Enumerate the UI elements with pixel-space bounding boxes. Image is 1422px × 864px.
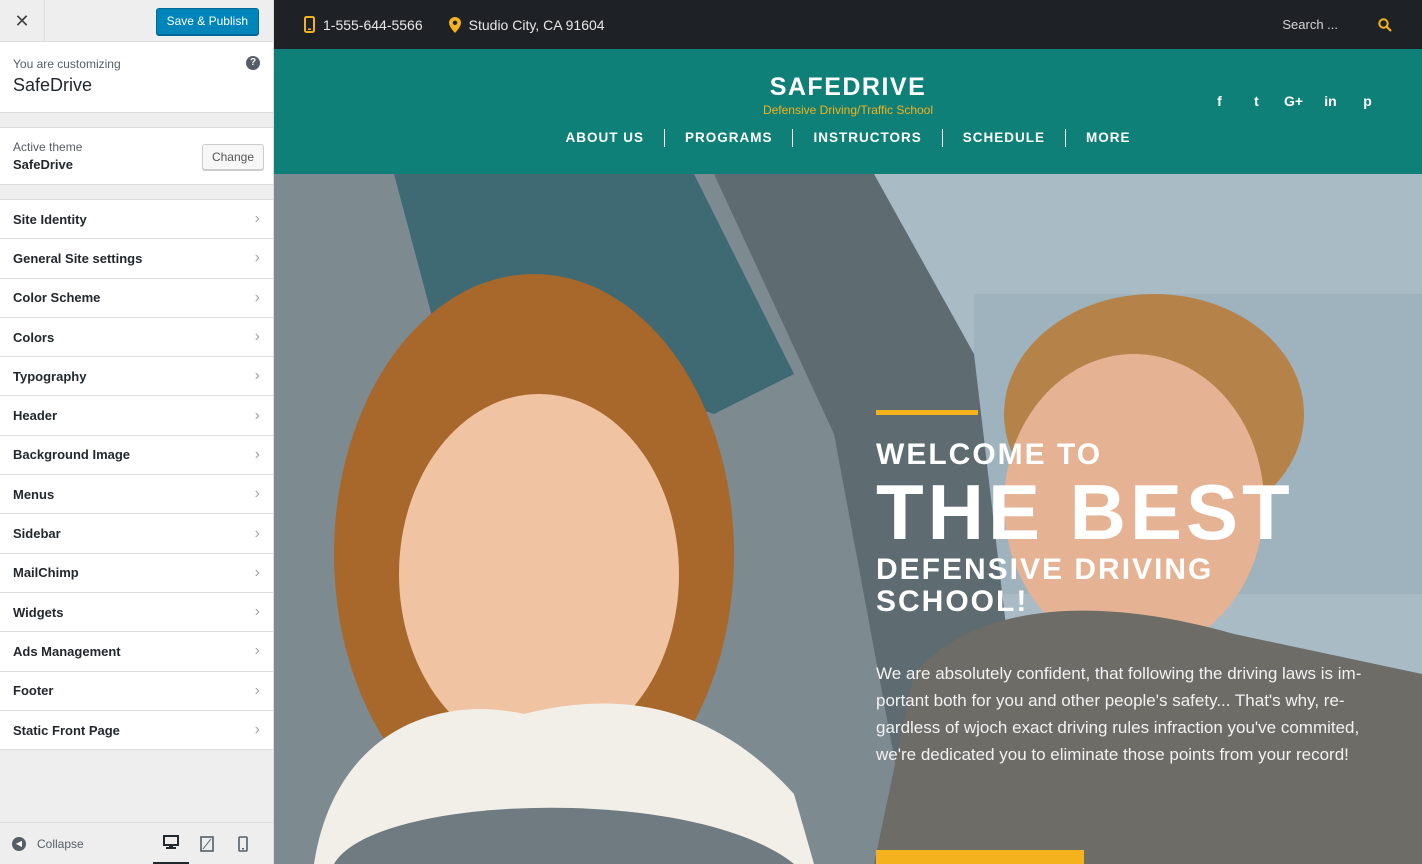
chevron-right-icon: ›	[254, 445, 260, 463]
chevron-right-icon: ›	[254, 563, 260, 581]
hero-paragraph: We are absolutely confident, that follow…	[876, 664, 1362, 764]
chevron-right-icon: ›	[254, 681, 260, 699]
chevron-right-icon: ›	[254, 485, 260, 503]
hero-welcome: WELCOME TO	[876, 438, 1103, 471]
customizer-sections: Site Identity › General Site settings › Co…	[0, 199, 273, 751]
nav-instructors[interactable]: INSTRUCTORS	[792, 129, 941, 147]
section-header[interactable]: Header ›	[0, 396, 273, 436]
chevron-right-icon: ›	[254, 367, 260, 385]
section-label: Background Image	[13, 447, 131, 463]
section-ads-management[interactable]: Ads Management ›	[0, 632, 273, 672]
pinterest-icon[interactable]: p	[1349, 93, 1386, 109]
hero-text: WELCOME TO THE BEST DEFENSIVE DRIVING SC…	[876, 410, 1396, 768]
site-name: SafeDrive	[13, 75, 93, 95]
section-menus[interactable]: Menus ›	[0, 475, 273, 515]
customizer-header: ✕ Save & Publish	[0, 0, 273, 42]
chevron-right-icon: ›	[254, 249, 260, 267]
chevron-right-icon: ›	[254, 328, 260, 346]
hero-accent-bar	[876, 410, 978, 415]
change-theme-button[interactable]: Change	[201, 144, 264, 170]
search-input[interactable]: Search ...	[1282, 17, 1338, 32]
search-icon[interactable]	[1378, 17, 1392, 32]
collapse-label: Collapse	[37, 836, 84, 851]
section-label: Colors	[13, 329, 55, 345]
section-widgets[interactable]: Widgets ›	[0, 592, 273, 633]
hero-cta-button[interactable]	[876, 850, 1084, 864]
top-bar: 1-555-644-5566 Studio City, CA 91604 Sea…	[274, 0, 1422, 49]
section-label: Sidebar	[13, 526, 61, 542]
chevron-right-icon: ›	[254, 210, 260, 228]
section-label: Typography	[13, 368, 87, 384]
section-label: Widgets	[13, 604, 64, 620]
section-label: Ads Management	[13, 643, 121, 659]
chevron-right-icon: ›	[254, 721, 260, 738]
close-icon[interactable]: ✕	[0, 0, 45, 42]
device-switcher	[153, 823, 261, 864]
chevron-right-icon: ›	[254, 642, 260, 660]
main-navigation: ABOUT US PROGRAMS INSTRUCTORS SCHEDULE M…	[274, 129, 1422, 147]
nav-schedule[interactable]: SCHEDULE	[941, 129, 1065, 147]
section-mailchimp[interactable]: MailChimp ›	[0, 553, 273, 593]
section-sidebar[interactable]: Sidebar ›	[0, 514, 273, 554]
map-pin-icon	[448, 16, 461, 33]
save-publish-button[interactable]: Save & Publish	[155, 8, 259, 35]
customizing-label: You are customizing	[13, 57, 121, 71]
social-links: f t G+ in p	[1201, 93, 1386, 109]
desktop-icon[interactable]	[153, 823, 189, 864]
collapse-button[interactable]: ◀ Collapse	[12, 836, 84, 851]
phone-icon	[304, 16, 315, 33]
section-label: Header	[13, 408, 58, 424]
section-background-image[interactable]: Background Image ›	[0, 435, 273, 476]
section-label: Menus	[13, 486, 55, 502]
twitter-icon[interactable]: t	[1238, 93, 1275, 109]
linkedin-icon[interactable]: in	[1312, 93, 1349, 109]
facebook-icon[interactable]: f	[1201, 93, 1238, 109]
customizer-info: You are customizing SafeDrive ?	[0, 42, 273, 113]
nav-programs[interactable]: PROGRAMS	[663, 129, 793, 147]
hero-subheadline-line1: DEFENSIVE DRIVING	[876, 553, 1214, 586]
section-site-identity[interactable]: Site Identity ›	[0, 200, 273, 240]
nav-more[interactable]: MORE	[1065, 129, 1151, 147]
section-general-site-settings[interactable]: General Site settings ›	[0, 239, 273, 279]
section-color-scheme[interactable]: Color Scheme ›	[0, 278, 273, 318]
hero-section: WELCOME TO THE BEST DEFENSIVE DRIVING SC…	[274, 174, 1422, 864]
hero-headline: THE BEST	[876, 468, 1294, 556]
phone-number: 1-555-644-5566	[323, 16, 423, 33]
customizer-footer: ◀ Collapse	[0, 822, 273, 864]
section-label: Site Identity	[13, 211, 87, 227]
nav-about-us[interactable]: ABOUT US	[545, 129, 664, 147]
section-footer[interactable]: Footer ›	[0, 671, 273, 711]
google-plus-icon[interactable]: G+	[1275, 93, 1312, 109]
section-label: Footer	[13, 683, 54, 699]
section-label: MailChimp	[13, 565, 79, 581]
section-colors[interactable]: Colors ›	[0, 317, 273, 358]
hero-subheadline-line2: SCHOOL!	[876, 585, 1029, 618]
search-box[interactable]: Search ...	[1282, 17, 1392, 32]
tablet-icon[interactable]	[189, 823, 225, 864]
hero-subheadline: DEFENSIVE DRIVING SCHOOL!	[876, 554, 1396, 618]
chevron-right-icon: ›	[254, 288, 260, 306]
customizer-sidebar: ✕ Save & Publish You are customizing Saf…	[0, 0, 274, 864]
collapse-arrow-icon: ◀	[12, 836, 26, 851]
section-label: Color Scheme	[13, 290, 101, 306]
mobile-icon[interactable]	[225, 823, 261, 864]
active-theme-panel: Active theme SafeDrive Change	[0, 127, 273, 185]
chevron-right-icon: ›	[254, 524, 260, 542]
section-typography[interactable]: Typography ›	[0, 357, 273, 397]
chevron-right-icon: ›	[254, 406, 260, 424]
location-text: Studio City, CA 91604	[468, 16, 605, 33]
main-header: SAFEDRIVE Defensive Driving/Traffic Scho…	[274, 49, 1422, 174]
section-static-front-page[interactable]: Static Front Page ›	[0, 710, 273, 751]
section-label: Static Front Page	[13, 722, 120, 738]
site-preview: 1-555-644-5566 Studio City, CA 91604 Sea…	[274, 0, 1422, 864]
section-label: General Site settings	[13, 250, 143, 266]
location-info: Studio City, CA 91604	[448, 16, 605, 33]
phone-info: 1-555-644-5566	[304, 16, 423, 33]
help-icon[interactable]: ?	[246, 56, 260, 70]
chevron-right-icon: ›	[254, 603, 260, 621]
